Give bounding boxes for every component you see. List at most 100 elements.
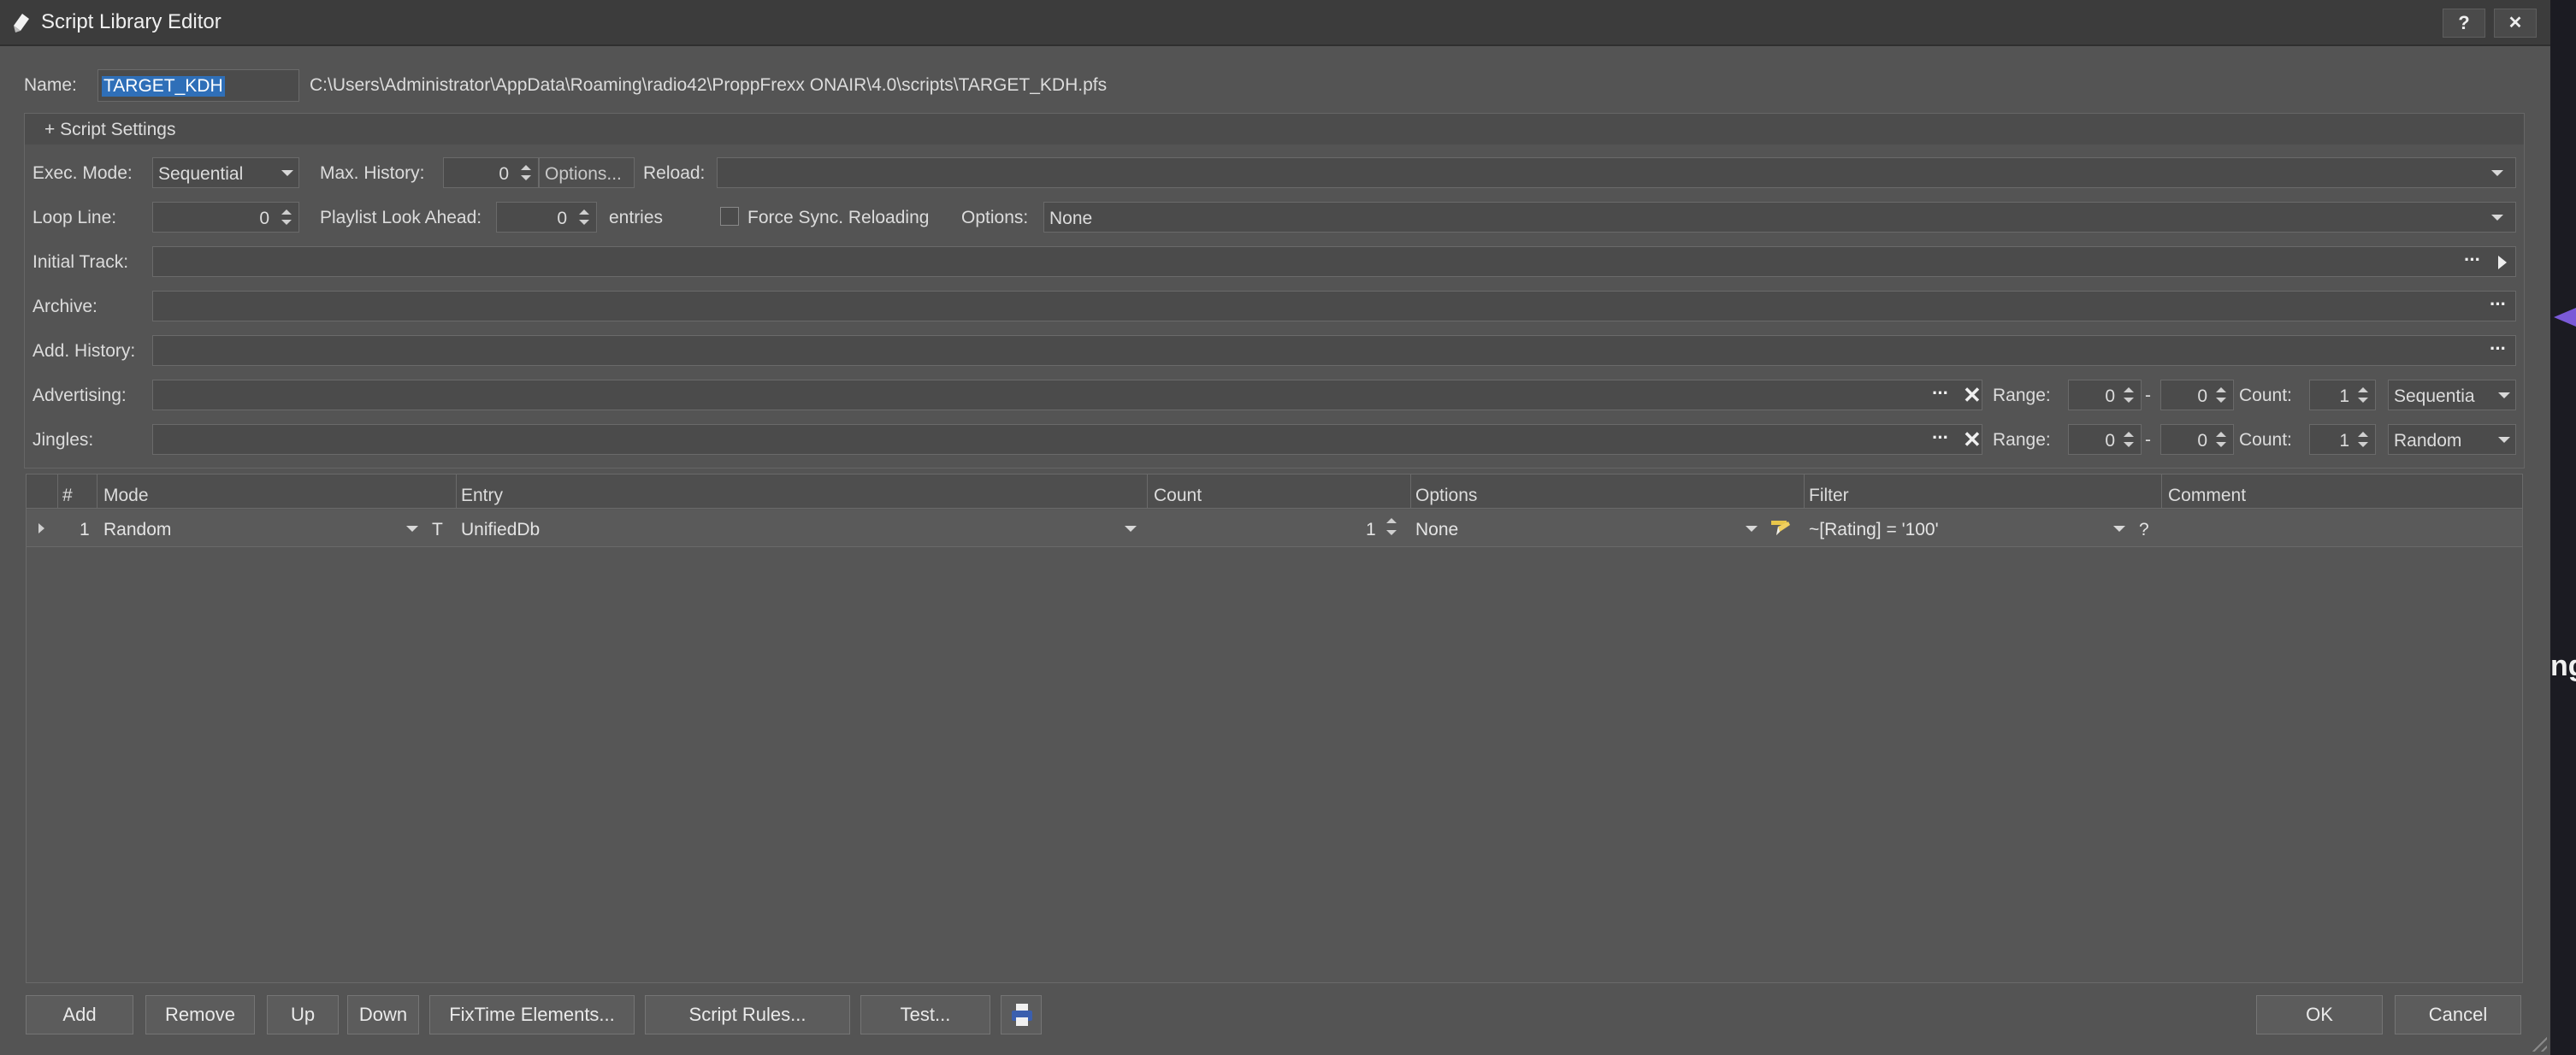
chevron-down-icon [2498,437,2510,443]
add-button[interactable]: Add [26,995,133,1034]
script-lines-grid[interactable]: # Mode Entry Count Options Filter Commen… [26,474,2523,983]
reload-select[interactable] [717,157,2516,188]
exec-mode-label: Exec. Mode: [32,163,133,183]
help-button[interactable]: ? [2443,9,2485,38]
row-options[interactable]: None [1415,520,1458,540]
chevron-down-icon[interactable] [2113,526,2125,532]
loop-line-stepper[interactable]: 0 [152,202,299,233]
row-count[interactable]: 1 [1366,520,1376,540]
column-header-comment[interactable]: Comment [2168,486,2246,506]
chevron-down-icon[interactable] [406,526,418,532]
script-settings-toggle[interactable]: + Script Settings [44,120,176,140]
expand-row-icon[interactable] [38,523,44,533]
row-mode[interactable]: Random [103,520,171,540]
play-icon[interactable] [2498,256,2507,269]
spinner-down-icon[interactable] [2358,442,2368,447]
spinner-up-icon[interactable] [2216,387,2226,392]
up-button[interactable]: Up [267,995,339,1034]
max-history-options-button[interactable]: Options... [539,157,635,188]
print-button[interactable] [1001,995,1042,1034]
jingles-range-to[interactable]: 0 [2160,424,2234,455]
advertising-range-from[interactable]: 0 [2068,380,2142,410]
archive-input[interactable]: ··· [152,291,2516,321]
down-button[interactable]: Down [347,995,419,1034]
row-entry[interactable]: UnifiedDb [461,520,540,540]
column-divider [1804,474,1805,509]
chevron-down-icon[interactable] [1746,526,1758,532]
range-to-value: 0 [2197,386,2207,406]
max-history-stepper[interactable]: 0 [443,157,539,188]
jingles-mode-value: Random [2394,431,2462,451]
spinner-down-icon[interactable] [2216,442,2226,447]
advertising-input[interactable]: ··· ✕ [152,380,1982,410]
jingles-mode-select[interactable]: Random [2388,424,2516,455]
column-header-entry[interactable]: Entry [461,486,503,506]
spinner-up-icon[interactable] [2358,432,2368,437]
spinner-up-icon[interactable] [2358,387,2368,392]
spinner-up-icon[interactable] [1386,518,1397,523]
more-icon[interactable]: ··· [1932,382,1949,404]
column-header-options[interactable]: Options [1415,486,1477,506]
spinner-down-icon[interactable] [281,220,292,225]
chevron-down-icon [281,170,293,176]
more-icon[interactable]: ··· [2464,249,2481,271]
chevron-down-icon[interactable] [1125,526,1137,532]
cancel-button[interactable]: Cancel [2395,995,2521,1034]
edit-icon[interactable] [1770,516,1792,539]
advertising-range-to[interactable]: 0 [2160,380,2234,410]
advertising-mode-select[interactable]: Sequentia [2388,380,2516,410]
spinner-up-icon[interactable] [2124,432,2134,437]
column-header-filter[interactable]: Filter [1809,486,1849,506]
row-filter[interactable]: ~[Rating] = '100' [1809,520,1939,540]
more-icon[interactable]: ··· [2490,338,2507,360]
spinner-up-icon[interactable] [521,165,531,170]
range-from-value: 0 [2105,431,2115,451]
jingles-count-label: Count: [2239,430,2292,450]
column-header-count[interactable]: Count [1154,486,1202,506]
more-icon[interactable]: ··· [1932,427,1949,449]
spinner-up-icon[interactable] [2124,387,2134,392]
more-icon[interactable]: ··· [2490,293,2507,315]
spinner-down-icon[interactable] [2124,442,2134,447]
spinner-down-icon[interactable] [521,175,531,180]
ok-button[interactable]: OK [2256,995,2383,1034]
jingles-range-from[interactable]: 0 [2068,424,2142,455]
spinner-up-icon[interactable] [2216,432,2226,437]
spinner-up-icon[interactable] [579,209,589,215]
advertising-count-label: Count: [2239,386,2292,405]
loop-line-value: 0 [259,209,269,228]
options-label: Options... [545,164,622,184]
test-button[interactable]: Test... [860,995,990,1034]
initial-track-input[interactable]: ··· [152,246,2516,277]
close-button[interactable]: ✕ [2494,9,2537,38]
playlist-look-ahead-stepper[interactable]: 0 [496,202,597,233]
spinner-down-icon[interactable] [2216,398,2226,403]
spinner-down-icon[interactable] [579,220,589,225]
force-sync-checkbox[interactable] [720,207,739,226]
range-to-value: 0 [2197,431,2207,451]
exec-mode-select[interactable]: Sequential [152,157,299,188]
script-rules-button[interactable]: Script Rules... [645,995,850,1034]
column-header-mode[interactable]: Mode [103,486,149,506]
spinner-down-icon[interactable] [2124,398,2134,403]
close-icon[interactable]: ✕ [1963,382,1982,409]
options-select[interactable]: None [1043,202,2516,233]
advertising-count-stepper[interactable]: 1 [2309,380,2376,410]
jingles-input[interactable]: ··· ✕ [152,424,1982,455]
filter-help-icon[interactable]: ? [2139,520,2149,540]
add-history-input[interactable]: ··· [152,335,2516,366]
spinner-down-icon[interactable] [1386,530,1397,535]
force-sync-label[interactable]: Force Sync. Reloading [747,208,929,228]
spinner-down-icon[interactable] [2358,398,2368,403]
script-settings-header[interactable] [25,114,2524,144]
close-icon[interactable]: ✕ [1963,427,1982,453]
spinner-up-icon[interactable] [281,209,292,215]
fixtime-elements-button[interactable]: FixTime Elements... [429,995,635,1034]
remove-button[interactable]: Remove [145,995,255,1034]
exec-mode-value: Sequential [158,164,244,184]
table-row[interactable]: 1 Random T UnifiedDb 1 None ~[Rating] = … [27,510,2522,547]
resize-grip-icon[interactable] [2528,1033,2547,1052]
jingles-count-stepper[interactable]: 1 [2309,424,2376,455]
name-input[interactable]: TARGET_KDH [97,69,299,102]
column-header-num[interactable]: # [62,486,73,506]
